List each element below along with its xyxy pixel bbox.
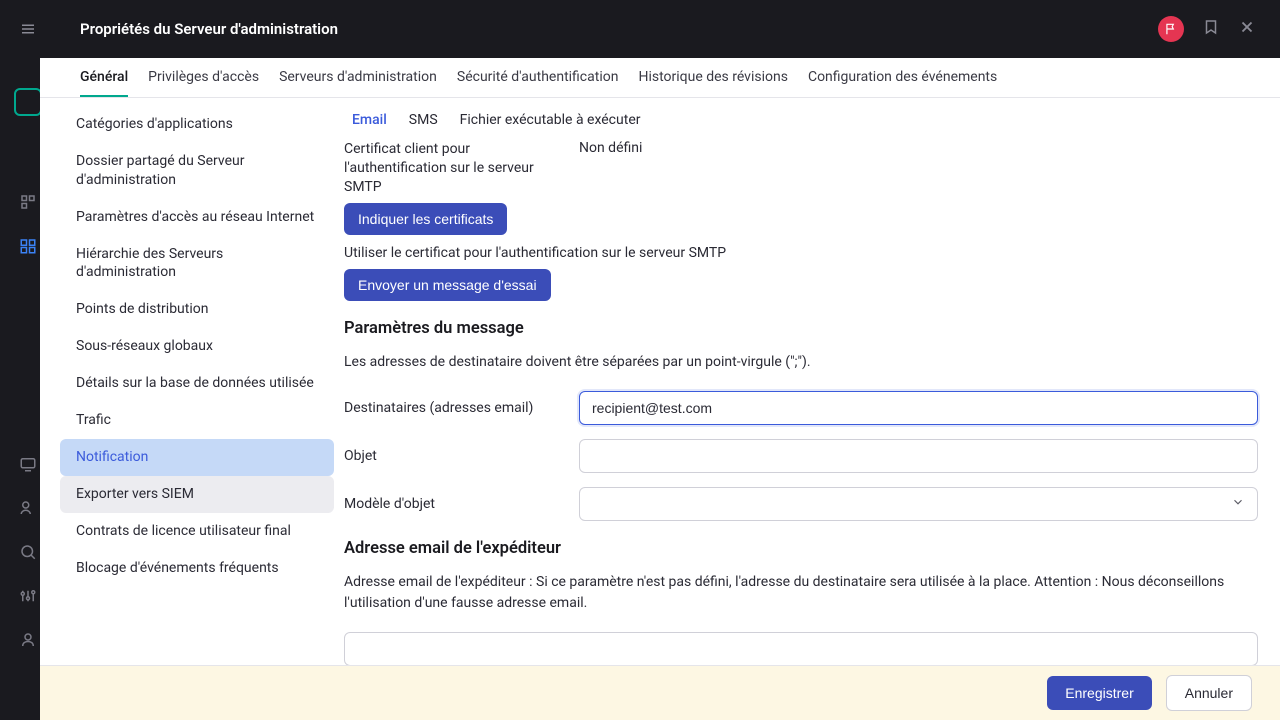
sidebar-item-distribution-points[interactable]: Points de distribution xyxy=(60,291,334,328)
sidebar-item-internet-access[interactable]: Paramètres d'accès au réseau Internet xyxy=(60,199,334,236)
modal-header: Propriétés du Serveur d'administration xyxy=(40,0,1280,58)
sidebar-item-shared-folder[interactable]: Dossier partagé du Serveur d'administrat… xyxy=(60,143,334,199)
cert-value: Non défini xyxy=(579,140,642,156)
tab-revisions[interactable]: Historique des révisions xyxy=(638,59,788,97)
modal-footer: Enregistrer Annuler xyxy=(40,665,1280,720)
subject-template-select[interactable] xyxy=(579,487,1258,521)
sidebar-item-eula[interactable]: Contrats de licence utilisateur final xyxy=(60,513,334,550)
tab-auth-security[interactable]: Sécurité d'authentification xyxy=(457,59,619,97)
bookmark-icon[interactable] xyxy=(1202,18,1220,40)
tab-events-config[interactable]: Configuration des événements xyxy=(808,59,997,97)
send-test-message-button[interactable]: Envoyer un message d'essai xyxy=(344,269,551,301)
cancel-button[interactable]: Annuler xyxy=(1166,675,1252,711)
subtab-sms[interactable]: SMS xyxy=(409,112,438,128)
modal-title: Propriétés du Serveur d'administration xyxy=(80,20,1158,38)
app-logo xyxy=(14,88,42,116)
properties-modal: Propriétés du Serveur d'administration G… xyxy=(40,0,1280,720)
subtab-executable[interactable]: Fichier exécutable à exécuter xyxy=(460,112,641,128)
tab-general[interactable]: Général xyxy=(80,59,128,97)
sender-heading: Adresse email de l'expéditeur xyxy=(344,539,1258,558)
flag-icon[interactable] xyxy=(1158,16,1184,42)
tab-servers[interactable]: Serveurs d'administration xyxy=(279,59,437,97)
specify-certificates-button[interactable]: Indiquer les certificats xyxy=(344,203,507,235)
sender-helper: Adresse email de l'expéditeur : Si ce pa… xyxy=(344,572,1258,614)
save-button[interactable]: Enregistrer xyxy=(1047,676,1151,710)
subject-template-label: Modèle d'objet xyxy=(344,496,579,512)
message-params-heading: Paramètres du message xyxy=(344,319,1258,338)
recipients-input[interactable] xyxy=(579,391,1258,425)
sidebar-item-app-categories[interactable]: Catégories d'applications xyxy=(60,106,334,143)
notification-subtabs: Email SMS Fichier exécutable à exécuter xyxy=(340,98,1270,140)
sidebar-item-server-hierarchy[interactable]: Hiérarchie des Serveurs d'administration xyxy=(60,236,334,292)
sidebar-item-event-blocking[interactable]: Blocage d'événements fréquents xyxy=(60,550,334,587)
recipients-label: Destinataires (adresses email) xyxy=(344,400,579,416)
message-params-helper: Les adresses de destinataire doivent êtr… xyxy=(344,352,1258,373)
subject-label: Objet xyxy=(344,448,579,464)
sidebar-item-global-subnets[interactable]: Sous-réseaux globaux xyxy=(60,328,334,365)
sidebar-item-export-siem[interactable]: Exporter vers SIEM xyxy=(60,476,334,513)
sender-email-input[interactable] xyxy=(344,632,1258,665)
sidebar-item-notification[interactable]: Notification xyxy=(60,439,334,476)
subject-input[interactable] xyxy=(579,439,1258,473)
close-icon[interactable] xyxy=(1238,18,1256,40)
tab-privileges[interactable]: Privilèges d'accès xyxy=(148,59,259,97)
sidebar-item-traffic[interactable]: Trafic xyxy=(60,402,334,439)
chevron-down-icon xyxy=(1231,495,1245,513)
use-cert-text: Utiliser le certificat pour l'authentifi… xyxy=(344,245,1258,261)
sidebar-item-database-details[interactable]: Détails sur la base de données utilisée xyxy=(60,365,334,402)
menu-icon[interactable] xyxy=(19,20,37,42)
main-tabs: Général Privilèges d'accès Serveurs d'ad… xyxy=(40,58,1280,98)
main-panel: Email SMS Fichier exécutable à exécuter … xyxy=(340,98,1280,665)
subtab-email[interactable]: Email xyxy=(352,112,387,128)
cert-label: Certificat client pour l'authentificatio… xyxy=(344,140,579,197)
settings-sidebar: Catégories d'applications Dossier partag… xyxy=(40,98,340,665)
